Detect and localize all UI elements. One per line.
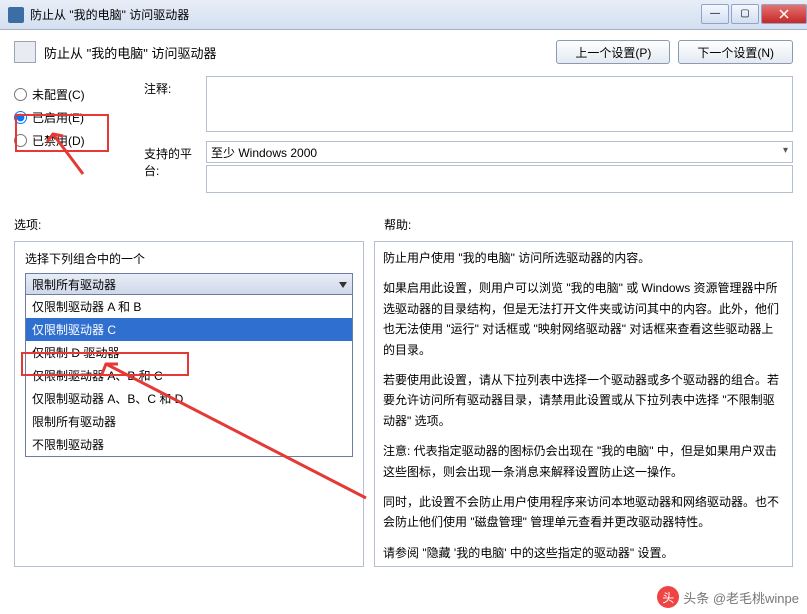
help-text: 若要使用此设置，请从下拉列表中选择一个驱动器或多个驱动器的组合。若要允许访问所有… <box>383 370 784 431</box>
window-titlebar: 防止从 "我的电脑" 访问驱动器 — ▢ <box>0 0 807 30</box>
help-text: 如果启用此设置，则用户可以浏览 "我的电脑" 或 Windows 资源管理器中所… <box>383 278 784 360</box>
app-icon <box>8 7 24 23</box>
help-text: 请参阅 "隐藏 '我的电脑' 中的这些指定的驱动器" 设置。 <box>383 543 784 563</box>
radio-not-configured[interactable]: 未配置(C) <box>14 86 144 103</box>
help-text: 注意: 代表指定驱动器的图标仍会出现在 "我的电脑" 中，但是如果用户双击这些图… <box>383 441 784 482</box>
list-item[interactable]: 仅限制 D 驱动器 <box>26 341 352 364</box>
radio-disabled[interactable]: 已禁用(D) <box>14 132 144 149</box>
list-item[interactable]: 仅限制驱动器 A、B 和 C <box>26 364 352 387</box>
drive-restriction-select[interactable]: 限制所有驱动器 <box>25 273 353 295</box>
dropdown-title: 选择下列组合中的一个 <box>15 242 363 273</box>
platform-label: 支持的平台: <box>144 141 206 196</box>
radio-disabled-input[interactable] <box>14 134 27 147</box>
minimize-button[interactable]: — <box>701 4 729 24</box>
policy-icon <box>14 41 36 63</box>
platform-extra[interactable] <box>206 165 793 193</box>
list-item[interactable]: 仅限制驱动器 A 和 B <box>26 295 352 318</box>
radio-enabled[interactable]: 已启用(E) <box>14 109 144 126</box>
maximize-button[interactable]: ▢ <box>731 4 759 24</box>
options-panel: 选择下列组合中的一个 限制所有驱动器 仅限制驱动器 A 和 B 仅限制驱动器 C… <box>14 241 364 567</box>
next-setting-button[interactable]: 下一个设置(N) <box>678 40 793 64</box>
list-item[interactable]: 仅限制驱动器 A、B、C 和 D <box>26 387 352 410</box>
help-panel: 防止用户使用 "我的电脑" 访问所选驱动器的内容。 如果启用此设置，则用户可以浏… <box>374 241 793 567</box>
comment-textarea[interactable] <box>206 76 793 132</box>
options-label: 选项: <box>14 216 384 233</box>
window-title: 防止从 "我的电脑" 访问驱动器 <box>30 6 699 23</box>
list-item[interactable]: 不限制驱动器 <box>26 433 352 456</box>
help-text: 同时，此设置不会防止用户使用程序来访问本地驱动器和网络驱动器。也不会防止他们使用… <box>383 492 784 533</box>
drive-restriction-list: 仅限制驱动器 A 和 B 仅限制驱动器 C 仅限制 D 驱动器 仅限制驱动器 A… <box>25 295 353 457</box>
watermark-text: 头条 @老毛桃winpe <box>683 588 799 607</box>
list-item[interactable]: 仅限制驱动器 C <box>26 318 352 341</box>
close-button[interactable] <box>761 4 807 24</box>
prev-setting-button[interactable]: 上一个设置(P) <box>556 40 670 64</box>
help-label: 帮助: <box>384 216 793 233</box>
watermark: 头 头条 @老毛桃winpe <box>657 586 799 608</box>
radio-enabled-input[interactable] <box>14 111 27 124</box>
comment-label: 注释: <box>144 76 206 135</box>
platform-combo[interactable]: 至少 Windows 2000 <box>206 141 793 163</box>
list-item[interactable]: 限制所有驱动器 <box>26 410 352 433</box>
watermark-icon: 头 <box>657 586 679 608</box>
radio-not-configured-input[interactable] <box>14 88 27 101</box>
page-title: 防止从 "我的电脑" 访问驱动器 <box>44 43 556 62</box>
help-text: 防止用户使用 "我的电脑" 访问所选驱动器的内容。 <box>383 248 784 268</box>
